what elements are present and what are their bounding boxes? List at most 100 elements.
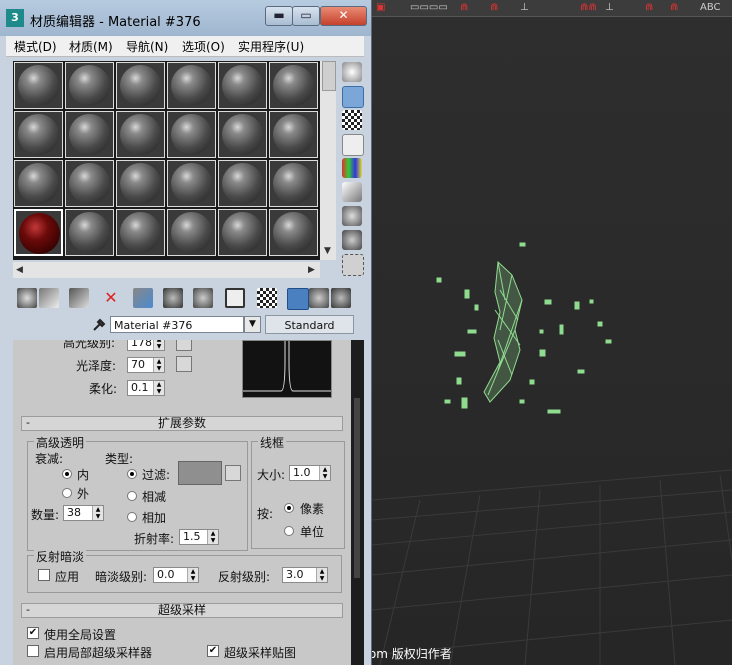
wire-units-radio[interactable] bbox=[284, 526, 294, 536]
show-end-result-icon[interactable] bbox=[287, 288, 309, 310]
scroll-right-icon[interactable]: ▶ bbox=[308, 265, 315, 275]
sample-slot[interactable] bbox=[167, 160, 216, 207]
make-unique-icon[interactable] bbox=[163, 288, 183, 308]
title-bar[interactable]: 3 材质编辑器 - Material #376 ▬ ▭ ✕ bbox=[0, 0, 371, 36]
window-title: 材质编辑器 - Material #376 bbox=[30, 15, 201, 30]
material-id-channel-icon[interactable] bbox=[225, 288, 245, 308]
type-filter-radio[interactable] bbox=[127, 469, 137, 479]
assign-to-selection-icon[interactable] bbox=[69, 288, 89, 308]
glossiness-spinner[interactable]: 70 ▲ ▼ bbox=[127, 357, 165, 373]
sample-slot[interactable] bbox=[167, 62, 216, 109]
sample-slot[interactable] bbox=[218, 62, 267, 109]
video-color-check-icon[interactable] bbox=[342, 158, 362, 178]
close-button[interactable]: ✕ bbox=[320, 6, 367, 26]
specular-level-label: 高光级别: bbox=[63, 340, 116, 350]
minimize-button[interactable]: ▬ bbox=[265, 6, 293, 26]
maximize-button[interactable]: ▭ bbox=[292, 6, 320, 26]
wire-pixels-radio[interactable] bbox=[284, 503, 294, 513]
extended-params-header[interactable]: - 扩展参数 bbox=[21, 416, 343, 431]
sample-slot[interactable] bbox=[167, 111, 216, 158]
rollout-scroll-thumb[interactable] bbox=[354, 398, 360, 578]
use-global-settings-checkbox[interactable]: ✔ bbox=[27, 627, 39, 639]
sample-slot[interactable] bbox=[116, 111, 165, 158]
specular-level-spinner[interactable]: 178▲▼ bbox=[127, 340, 165, 351]
sample-slot[interactable] bbox=[65, 160, 114, 207]
sample-slots bbox=[13, 61, 320, 260]
sample-slot[interactable] bbox=[116, 209, 165, 256]
slots-vertical-scrollbar[interactable]: ▼ bbox=[320, 61, 336, 260]
supersampling-header[interactable]: - 超级采样 bbox=[21, 603, 343, 618]
menu-options[interactable]: 选项(O) bbox=[182, 38, 225, 55]
apply-checkbox[interactable] bbox=[38, 569, 50, 581]
sample-slot[interactable] bbox=[218, 111, 267, 158]
options-icon[interactable] bbox=[342, 206, 362, 226]
advanced-transparency-title: 高级透明 bbox=[34, 434, 87, 451]
menu-utilities[interactable]: 实用程序(U) bbox=[238, 38, 304, 55]
make-material-copy-icon[interactable] bbox=[133, 288, 153, 308]
sample-slot[interactable] bbox=[116, 160, 165, 207]
reflection-level-spinner[interactable]: 3.0 ▲ ▼ bbox=[282, 567, 328, 583]
supersample-maps-checkbox[interactable]: ✔ bbox=[207, 645, 219, 657]
material-name-field[interactable]: Material #376 bbox=[110, 316, 244, 333]
scroll-left-icon[interactable]: ◀ bbox=[16, 265, 23, 275]
sample-slot[interactable] bbox=[218, 209, 267, 256]
glossiness-map-button[interactable] bbox=[176, 356, 192, 372]
soften-spinner[interactable]: 0.1 ▲ ▼ bbox=[127, 380, 165, 396]
app-icon: 3 bbox=[6, 9, 24, 27]
go-to-parent-icon[interactable] bbox=[309, 288, 329, 308]
material-map-navigator-icon[interactable] bbox=[342, 254, 364, 276]
filter-color-swatch[interactable] bbox=[178, 461, 222, 485]
material-type-button[interactable]: Standard bbox=[265, 315, 354, 334]
sample-slot[interactable] bbox=[14, 160, 63, 207]
eyedropper-icon[interactable] bbox=[91, 316, 107, 332]
sample-slot[interactable] bbox=[116, 62, 165, 109]
ior-spinner[interactable]: 1.5 ▲ ▼ bbox=[179, 529, 219, 545]
chevron-down-icon[interactable]: ▼ bbox=[244, 316, 261, 333]
backlight-icon[interactable] bbox=[342, 86, 364, 108]
menu-navigation[interactable]: 导航(N) bbox=[126, 38, 168, 55]
sample-slot[interactable] bbox=[269, 160, 318, 207]
select-by-material-icon[interactable] bbox=[342, 230, 362, 250]
sample-slot[interactable] bbox=[269, 209, 318, 256]
menu-material[interactable]: 材质(M) bbox=[69, 38, 113, 55]
sample-slot[interactable] bbox=[65, 111, 114, 158]
get-material-icon[interactable] bbox=[17, 288, 37, 308]
go-forward-to-sibling-icon[interactable] bbox=[331, 288, 351, 308]
sample-slot[interactable] bbox=[269, 62, 318, 109]
sample-slot[interactable] bbox=[218, 160, 267, 207]
sample-slot[interactable] bbox=[14, 62, 63, 109]
dim-level-spinner[interactable]: 0.0 ▲ ▼ bbox=[153, 567, 199, 583]
sample-type-icon[interactable] bbox=[342, 62, 362, 82]
make-preview-icon[interactable] bbox=[342, 182, 362, 202]
sample-uv-tiling-icon[interactable] bbox=[342, 134, 364, 156]
falloff-in-label: 内 bbox=[77, 468, 90, 482]
wire-units-label: 单位 bbox=[300, 525, 325, 539]
specular-map-button[interactable] bbox=[176, 340, 192, 351]
wire-size-spinner[interactable]: 1.0 ▲ ▼ bbox=[289, 465, 331, 481]
sample-slot[interactable] bbox=[269, 111, 318, 158]
enable-local-supersampler-checkbox[interactable] bbox=[27, 645, 39, 657]
menu-mode[interactable]: 模式(D) bbox=[14, 38, 57, 55]
type-additive-radio[interactable] bbox=[127, 512, 137, 522]
sample-slot[interactable] bbox=[167, 209, 216, 256]
show-map-in-viewport-icon[interactable] bbox=[257, 288, 277, 308]
falloff-in-radio[interactable] bbox=[62, 469, 72, 479]
sample-slot[interactable] bbox=[14, 111, 63, 158]
slots-horizontal-scrollbar[interactable]: ◀ ▶ bbox=[13, 262, 320, 278]
reset-map-icon[interactable]: ✕ bbox=[101, 288, 121, 308]
amount-spinner[interactable]: 38 ▲ ▼ bbox=[63, 505, 104, 521]
put-to-scene-icon[interactable] bbox=[39, 288, 59, 308]
sample-slot[interactable] bbox=[65, 62, 114, 109]
material-editor-window[interactable]: 3 材质编辑器 - Material #376 ▬ ▭ ✕ 模式(D) 材质(M… bbox=[0, 0, 372, 665]
filter-map-button[interactable] bbox=[225, 465, 241, 481]
type-subtractive-radio[interactable] bbox=[127, 491, 137, 501]
scroll-thumb[interactable] bbox=[322, 61, 336, 91]
rollout-scrollbar[interactable] bbox=[351, 340, 364, 665]
sample-slot-active[interactable] bbox=[14, 209, 63, 256]
sample-slot[interactable] bbox=[65, 209, 114, 256]
type-filter-label: 过滤: bbox=[142, 468, 171, 482]
falloff-out-radio[interactable] bbox=[62, 488, 72, 498]
put-to-library-icon[interactable] bbox=[193, 288, 213, 308]
scroll-down-icon[interactable]: ▼ bbox=[324, 246, 331, 256]
background-icon[interactable] bbox=[342, 110, 362, 130]
